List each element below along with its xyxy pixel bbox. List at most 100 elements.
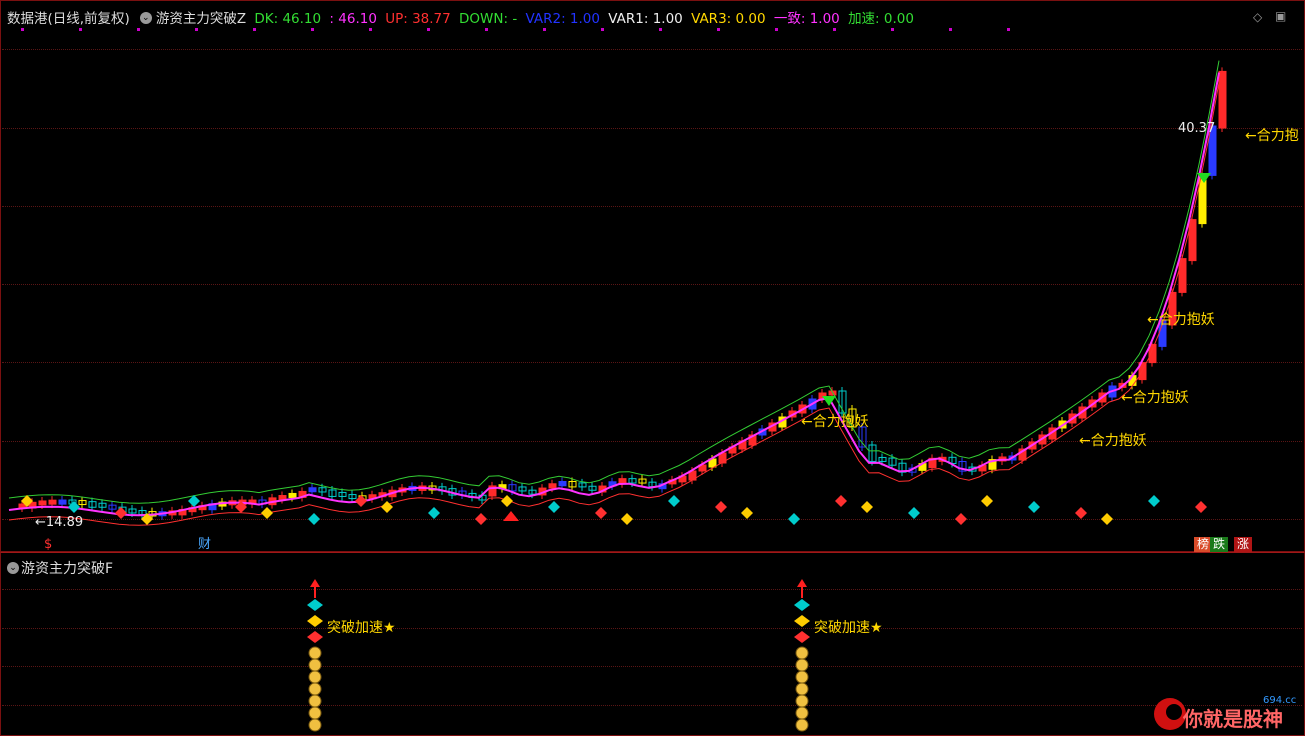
- butterfly-icon: [595, 507, 607, 519]
- butterfly-icon: [307, 631, 323, 643]
- coin-icon: [795, 682, 809, 696]
- indicator-name[interactable]: 游资主力突破Z: [156, 11, 246, 27]
- ma-line-green: [8, 60, 1220, 504]
- settings-circle-icon[interactable]: ⌄: [139, 12, 152, 24]
- signal-dot: [1007, 28, 1010, 31]
- butterfly-icon: [908, 507, 920, 519]
- candlestick: [308, 487, 317, 493]
- val-ma: : 46.10: [329, 11, 377, 27]
- butterfly-icon: [794, 615, 810, 627]
- signal-dot: [253, 28, 256, 31]
- signal-dot: [775, 28, 778, 31]
- breakout-label: 突破加速★: [814, 620, 883, 636]
- butterfly-icon: [861, 501, 873, 513]
- val-jiasu: 加速: 0.00: [848, 11, 914, 27]
- signal-dot: [137, 28, 140, 31]
- caifu-label[interactable]: 财: [195, 537, 214, 552]
- coin-icon: [795, 658, 809, 672]
- candlestick: [548, 483, 557, 489]
- butterfly-icon: [428, 507, 440, 519]
- main-chart-panel[interactable]: 数据港(日线,前复权) ⌄ 游资主力突破Z DK: 46.10 : 46.10 UP…: [0, 0, 1305, 552]
- coin-icon: [795, 670, 809, 684]
- butterfly-icon: [794, 599, 810, 611]
- coin-icon: [308, 718, 322, 732]
- butterfly-icon: [955, 513, 967, 525]
- annotation-hlby: ←合力抱妖: [1121, 390, 1189, 406]
- candlestick: [278, 495, 287, 501]
- signal-dot: [949, 28, 952, 31]
- butterfly-icon: [1195, 501, 1207, 513]
- val-dk: DK: 46.10: [254, 11, 322, 27]
- sub-indicator-panel[interactable]: ⌄ 游资主力突破F 突破加速★ 突破加速★ 你就是股神 694.cc: [0, 552, 1305, 736]
- candlestick-chart[interactable]: [1, 1, 1304, 551]
- butterfly-icon: [261, 507, 273, 519]
- die-badge[interactable]: 跌: [1210, 537, 1229, 552]
- butterfly-icon: [475, 513, 487, 525]
- watermark-site: 694.cc: [1263, 695, 1297, 706]
- price-high-label: 40.37: [1178, 121, 1216, 136]
- coin-icon: [795, 646, 809, 660]
- coin-icon: [795, 694, 809, 708]
- signal-dot: [833, 28, 836, 31]
- sub-indicator-title[interactable]: ⌄ 游资主力突破F: [7, 558, 113, 578]
- down-triangle-icon: [822, 396, 836, 406]
- butterfly-icon: [1148, 495, 1160, 507]
- signal-dot: [891, 28, 894, 31]
- butterfly-icon: [308, 513, 320, 525]
- breakout-label: 突破加速★: [327, 620, 396, 636]
- butterfly-icon: [715, 501, 727, 513]
- val-yizhi: 一致: 1.00: [773, 11, 840, 27]
- indicator-header: 数据港(日线,前复权) ⌄ 游资主力突破Z DK: 46.10 : 46.10 UP…: [7, 7, 918, 27]
- arrow-up-icon: [310, 579, 320, 587]
- butterfly-icon: [1028, 501, 1040, 513]
- butterfly-icon: [835, 495, 847, 507]
- butterfly-icon: [307, 615, 323, 627]
- up-triangle-icon: [503, 511, 519, 521]
- coin-icon: [308, 694, 322, 708]
- annotation-hlby: ←合力抱妖: [1147, 312, 1215, 328]
- zhang-badge[interactable]: 涨: [1234, 537, 1253, 552]
- signal-dot: [427, 28, 430, 31]
- butterfly-icon: [668, 495, 680, 507]
- candlestick: [38, 500, 47, 506]
- arrow-up-icon: [797, 579, 807, 587]
- settings-circle-icon[interactable]: ⌄: [7, 562, 19, 574]
- sub-indicator-name: 游资主力突破F: [21, 561, 114, 577]
- butterfly-icon: [501, 495, 513, 507]
- signal-dot: [311, 28, 314, 31]
- coin-icon: [308, 646, 322, 660]
- dollar-label: $: [44, 537, 53, 552]
- butterfly-icon: [621, 513, 633, 525]
- ma-line-red: [8, 82, 1220, 526]
- butterfly-icon: [741, 507, 753, 519]
- coin-icon: [308, 706, 322, 720]
- butterfly-icon: [1075, 507, 1087, 519]
- candlestick: [48, 499, 57, 505]
- ma-line-magenta: [8, 72, 1220, 517]
- signal-dot: [21, 28, 24, 31]
- signal-dot: [195, 28, 198, 31]
- coin-icon: [308, 682, 322, 696]
- coin-icon: [795, 706, 809, 720]
- signal-dot: [79, 28, 82, 31]
- restore-window-icon[interactable]: ▣: [1275, 9, 1286, 23]
- val-var2: VAR2: 1.00: [525, 11, 600, 27]
- candlestick: [1218, 70, 1227, 129]
- coin-icon: [308, 670, 322, 684]
- annotation-hlby: ←合力抱妖: [1079, 433, 1147, 449]
- butterfly-icon: [115, 507, 127, 519]
- diamond-icon[interactable]: ◇: [1253, 10, 1262, 24]
- candlestick: [288, 492, 297, 499]
- butterfly-icon: [381, 501, 393, 513]
- watermark-text: 你就是股神: [1183, 707, 1283, 731]
- signal-dot: [717, 28, 720, 31]
- signal-dot: [601, 28, 604, 31]
- signal-dot: [543, 28, 546, 31]
- butterfly-icon: [1101, 513, 1113, 525]
- candlestick: [1178, 258, 1187, 293]
- coin-icon: [308, 658, 322, 672]
- butterfly-icon: [548, 501, 560, 513]
- val-var1: VAR1: 1.00: [608, 11, 683, 27]
- price-low-label: ←14.89: [35, 515, 84, 530]
- signal-dot: [659, 28, 662, 31]
